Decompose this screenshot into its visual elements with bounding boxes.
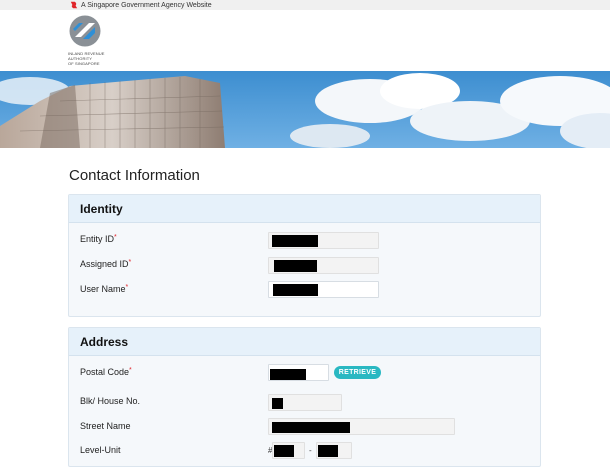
- unit-field[interactable]: [316, 442, 352, 459]
- redacted-block: [272, 235, 318, 247]
- redacted-block: [318, 445, 338, 457]
- lion-icon: [70, 1, 78, 9]
- postal-code-label: Postal Code*: [80, 367, 132, 377]
- address-heading: Address: [69, 328, 540, 356]
- iras-logo[interactable]: INLAND REVENUE AUTHORITY OF SINGAPORE: [68, 15, 128, 71]
- unit-separator: -: [309, 446, 312, 455]
- redacted-block: [272, 422, 350, 433]
- street-name-field[interactable]: [268, 418, 455, 435]
- blk-house-no-label: Blk/ House No.: [80, 396, 141, 406]
- redacted-block: [273, 284, 318, 296]
- user-name-field[interactable]: [268, 281, 379, 298]
- level-field[interactable]: [272, 442, 305, 459]
- gov-banner-text: A Singapore Government Agency Website: [81, 1, 212, 9]
- redacted-block: [272, 398, 283, 409]
- iras-logo-icon: [69, 15, 101, 47]
- redacted-block: [270, 369, 306, 380]
- identity-panel: Identity: [68, 194, 541, 317]
- assigned-id-field[interactable]: [268, 257, 379, 274]
- retrieve-button[interactable]: RETRIEVE: [334, 366, 381, 379]
- level-unit-label: Level-Unit: [80, 445, 121, 455]
- street-name-label: Street Name: [80, 421, 131, 431]
- blk-house-no-field[interactable]: [268, 394, 342, 411]
- redacted-block: [274, 445, 294, 457]
- gov-banner: A Singapore Government Agency Website: [0, 0, 610, 10]
- user-name-label: User Name*: [80, 284, 129, 294]
- site-header: INLAND REVENUE AUTHORITY OF SINGAPORE: [0, 10, 610, 71]
- header-banner-image: [0, 71, 610, 148]
- entity-id-label: Entity ID*: [80, 234, 117, 244]
- redacted-block: [274, 260, 317, 272]
- logo-text: INLAND REVENUE AUTHORITY OF SINGAPORE: [68, 51, 105, 66]
- entity-id-field[interactable]: [268, 232, 379, 249]
- postal-code-field[interactable]: [268, 364, 329, 381]
- page-title: Contact Information: [69, 167, 200, 184]
- identity-heading: Identity: [69, 195, 540, 223]
- assigned-id-label: Assigned ID*: [80, 259, 132, 269]
